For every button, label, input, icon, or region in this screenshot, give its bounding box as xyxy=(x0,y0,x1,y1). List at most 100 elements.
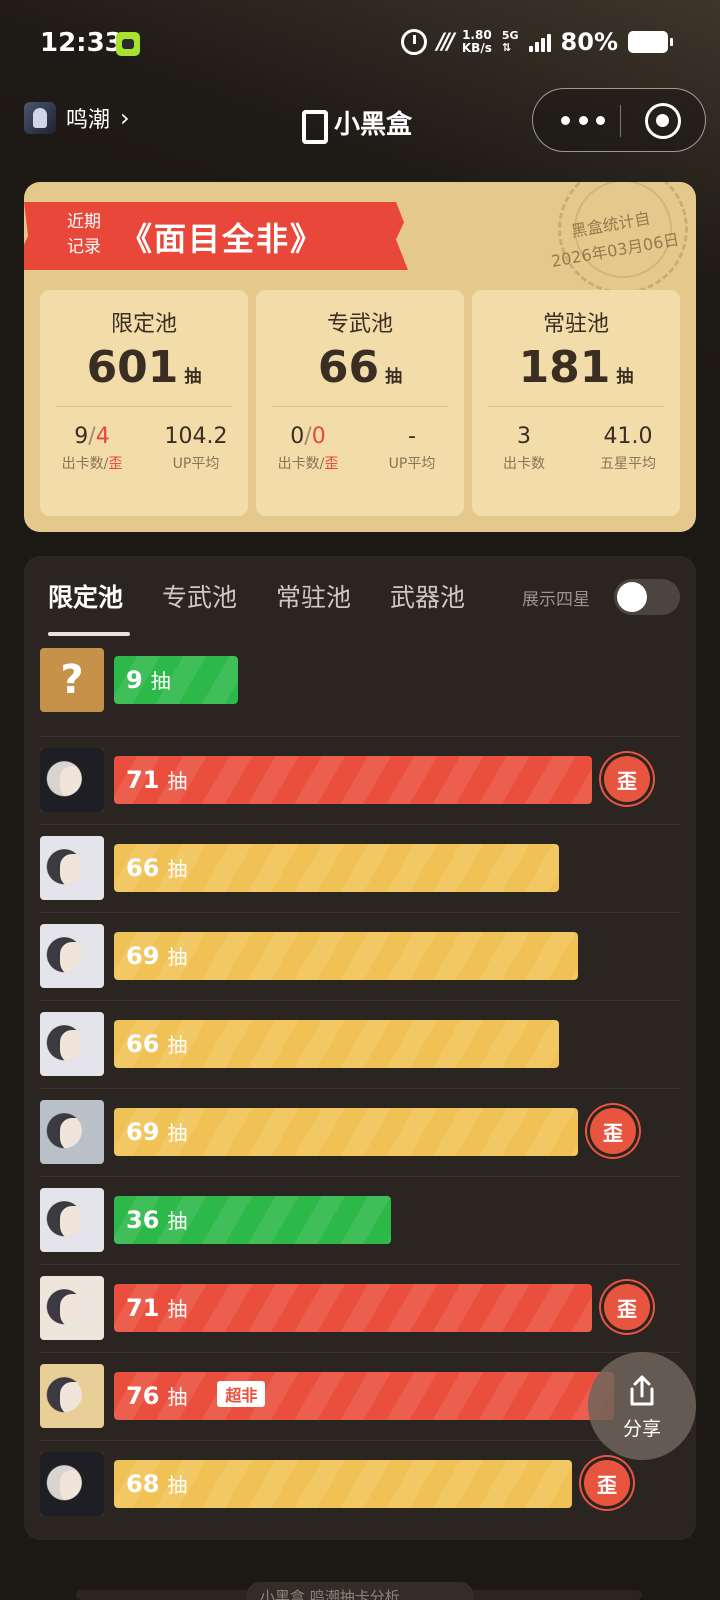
tab-limited[interactable]: 限定池 xyxy=(48,578,123,614)
show-four-star-toggle[interactable] xyxy=(614,579,680,615)
pool-divider xyxy=(272,406,448,407)
pull-count: 71 抽 xyxy=(126,765,187,794)
tab-indicator xyxy=(48,632,130,636)
character-avatar xyxy=(40,1012,104,1076)
pull-count-unit: 抽 xyxy=(167,1385,188,1409)
pull-count-unit: 抽 xyxy=(167,1209,188,1233)
avatar-hair xyxy=(40,836,104,900)
capsule-divider xyxy=(620,105,621,137)
close-miniprogram-icon[interactable] xyxy=(645,103,681,139)
carrier-icon: /// xyxy=(436,29,455,55)
pool-total-unit: 抽 xyxy=(616,367,634,387)
stat-separator: / xyxy=(304,424,312,449)
pool-stat-count-label: 出卡数 xyxy=(472,453,576,473)
pull-count-unit: 抽 xyxy=(167,769,188,793)
pull-row: 68 抽 歪 xyxy=(24,1440,696,1528)
miniprogram-capsule xyxy=(532,88,706,152)
character-avatar xyxy=(40,1188,104,1252)
pool-stat-average-value: 104.2 xyxy=(164,424,228,449)
pull-bar: 71 抽 xyxy=(114,756,592,804)
avatar-hair xyxy=(40,1276,104,1340)
chevron-right-icon: › xyxy=(120,104,130,132)
pool-stat-count: 3 出卡数 xyxy=(472,424,576,473)
stats-stamp: 黑盒统计自 2026年03月06日 xyxy=(528,182,696,294)
share-icon xyxy=(630,1375,654,1406)
character-avatar xyxy=(40,836,104,900)
pull-count-number: 9 xyxy=(126,666,143,694)
pool-stat-count-value: 0/0 xyxy=(256,424,360,449)
off-banner-badge: 歪 xyxy=(604,756,650,802)
pull-row: 71 抽 歪 xyxy=(24,1264,696,1352)
pull-count-unit: 抽 xyxy=(150,669,171,693)
toggle-knob xyxy=(617,582,647,612)
character-avatar xyxy=(40,1276,104,1340)
tab-weapon[interactable]: 武器池 xyxy=(390,578,465,614)
footer-watermark: 小黑盒 鸣潮抽卡分析 xyxy=(246,1582,474,1600)
pool-card: 限定池 601 抽 9/4 出卡数/歪 104.2 UP平均 xyxy=(40,290,248,516)
pull-row: 66 抽 xyxy=(24,824,696,912)
pull-count: 71 抽 xyxy=(126,1293,187,1322)
pool-total-unit: 抽 xyxy=(385,367,403,387)
off-banner-label: 歪 xyxy=(108,456,123,472)
unknown-character-avatar: ? xyxy=(40,648,104,712)
pull-bar: 9抽 xyxy=(114,656,238,704)
pull-bar: 68 抽 xyxy=(114,1460,572,1508)
pull-row: 69 抽 歪 xyxy=(24,1088,696,1176)
pull-count-number: 69 xyxy=(126,942,160,970)
pool-stat-count: 9/4 出卡数/歪 xyxy=(40,424,144,473)
pool-stat-average-label: 五星平均 xyxy=(600,456,656,472)
pool-total: 601 抽 xyxy=(40,342,248,393)
pool-stat-average-label: UP平均 xyxy=(172,456,220,472)
summary-card: 黑盒统计自 2026年03月06日 近期记录 《面目全非》 限定池 601 抽 9/4… xyxy=(24,182,696,532)
status-right: /// 1.80 KB/s 5G ⇅ 80% xyxy=(400,28,673,56)
app-notification-icon xyxy=(116,32,140,56)
pool-total-number: 66 xyxy=(317,342,380,393)
pull-count-number: 71 xyxy=(126,766,160,794)
pull-bar: 66 抽 xyxy=(114,1020,559,1068)
unlucky-tag: 超非 xyxy=(217,1381,266,1407)
game-name: 鸣潮 xyxy=(66,108,111,133)
pull-count: 68 抽 xyxy=(126,1469,187,1498)
pull-count-number: 76 xyxy=(126,1382,160,1410)
pool-stat-average: 104.2 UP平均 xyxy=(144,424,248,473)
pool-stat-count-label: 出卡数/歪 xyxy=(256,453,360,473)
pull-count-number: 66 xyxy=(126,1030,160,1058)
pool-divider xyxy=(488,406,664,407)
network-type: 5G ⇅ xyxy=(502,30,519,54)
avatar-hair xyxy=(40,1188,104,1252)
pool-total-number: 601 xyxy=(86,342,179,393)
pool-total-unit: 抽 xyxy=(184,367,202,387)
off-banner-count: 4 xyxy=(95,424,110,449)
nav-bar: 鸣潮 › 小黑盒 xyxy=(0,88,720,152)
share-label: 分享 xyxy=(622,1418,661,1440)
pool-name: 限定池 xyxy=(110,312,177,337)
tab-standard[interactable]: 常驻池 xyxy=(276,578,351,614)
more-icon[interactable] xyxy=(561,109,605,131)
off-banner-badge: 歪 xyxy=(590,1108,636,1154)
cards-count-label: 出卡数/ xyxy=(277,456,325,472)
tab-limited-weapon[interactable]: 专武池 xyxy=(162,578,237,614)
ribbon-label: 近期记录 xyxy=(67,212,101,257)
signal-icon xyxy=(528,32,551,52)
status-bar: 12:33 /// 1.80 KB/s 5G ⇅ 80% xyxy=(0,0,720,90)
pool-stat-average-value: 41.0 xyxy=(603,424,653,449)
off-banner-badge: 歪 xyxy=(584,1460,630,1506)
pull-count-unit: 抽 xyxy=(167,857,188,881)
pull-count-unit: 抽 xyxy=(167,1033,188,1057)
avatar-hair xyxy=(40,1100,104,1164)
logo-text: 小黑盒 xyxy=(334,110,413,140)
pull-row: 36 抽 xyxy=(24,1176,696,1264)
pull-count-unit: 抽 xyxy=(167,1473,188,1497)
share-button[interactable]: 分享 xyxy=(588,1352,696,1460)
game-switcher[interactable]: 鸣潮 › xyxy=(24,102,130,134)
pool-stat-average: 41.0 五星平均 xyxy=(576,424,680,473)
pull-count: 9抽 xyxy=(126,665,171,694)
pull-count-unit: 抽 xyxy=(167,945,188,969)
game-avatar-icon xyxy=(24,102,56,134)
pull-row: ? 9 抽 xyxy=(24,648,696,736)
cards-count: 0 xyxy=(290,424,305,449)
pull-row: 66 抽 xyxy=(24,1000,696,1088)
pull-count-number: 71 xyxy=(126,1294,160,1322)
summary-title: 《面目全非》 xyxy=(120,220,325,258)
cards-count: 3 xyxy=(517,424,531,449)
